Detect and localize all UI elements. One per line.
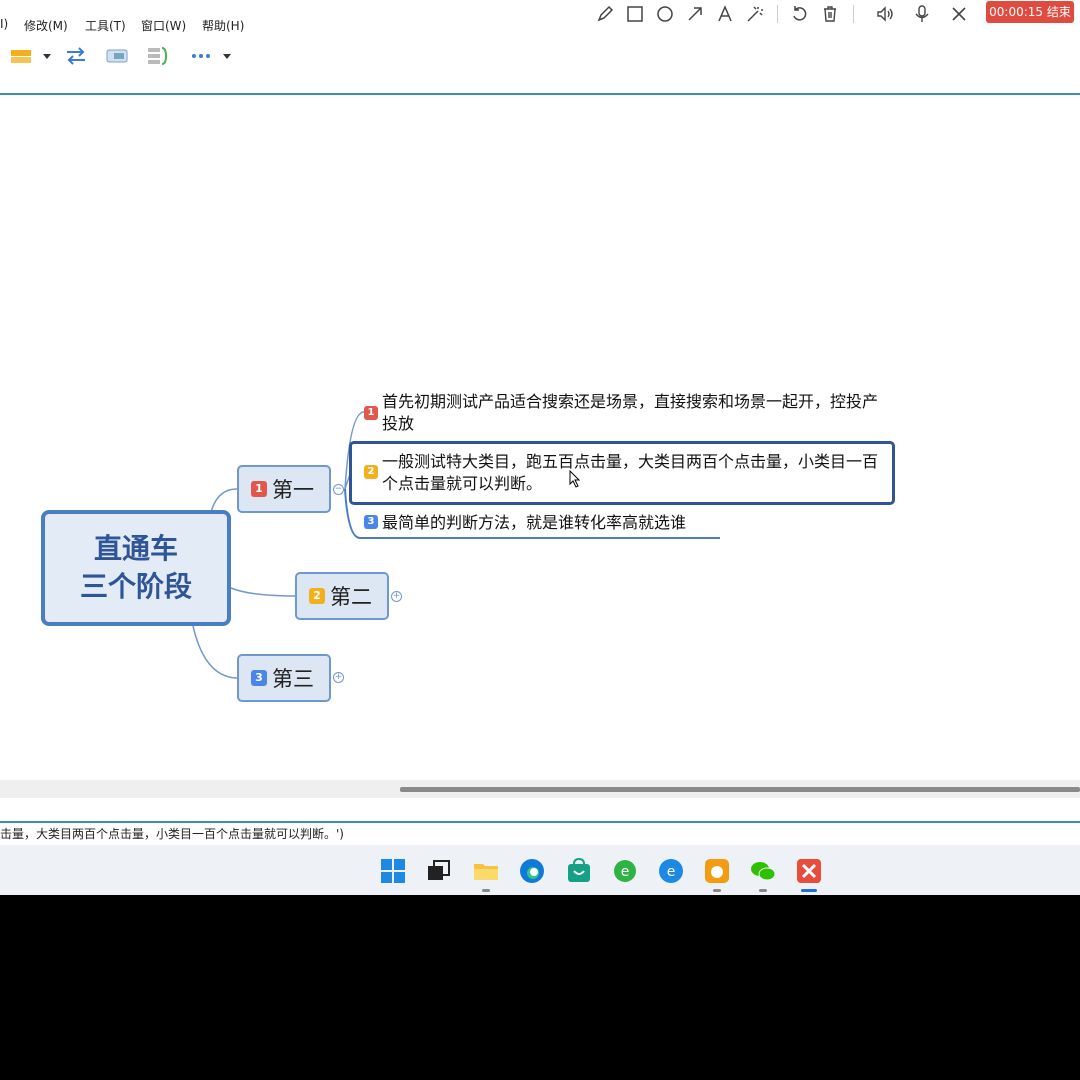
more-icon[interactable] <box>190 44 212 68</box>
menu-item-tools[interactable]: 工具(T) <box>85 17 126 34</box>
mindmap-canvas[interactable] <box>0 95 1080 780</box>
subtopic-2[interactable]: 2 一般测试特大类目，跑五百点击量，大类目两百个点击量，小类目一百个点击量就可以… <box>364 451 882 495</box>
menu-item-window[interactable]: 窗口(W) <box>141 17 186 34</box>
subtopic-text: 一般测试特大类目，跑五百点击量，大类目两百个点击量，小类目一百个点击量就可以判断… <box>382 452 879 493</box>
magic-wand-icon[interactable] <box>745 4 765 24</box>
subtopic-1[interactable]: 1 首先初期测试产品适合搜索还是场景，直接搜索和场景一起开，控投产投放 <box>364 391 882 435</box>
divider <box>853 5 854 23</box>
store-icon[interactable] <box>565 857 593 885</box>
edge-icon[interactable] <box>518 857 546 885</box>
file-explorer-icon[interactable] <box>472 857 500 885</box>
central-topic[interactable]: 直通车 三个阶段 <box>41 510 231 626</box>
ie-icon[interactable]: e <box>611 857 639 885</box>
layout-icon[interactable] <box>10 44 32 68</box>
circle-icon[interactable] <box>655 4 675 24</box>
running-indicator <box>713 889 721 892</box>
priority-2-badge: 2 <box>364 465 378 479</box>
edge-legacy-icon[interactable]: e <box>657 857 685 885</box>
running-indicator <box>759 889 767 892</box>
wechat-icon[interactable] <box>749 857 777 885</box>
mouse-cursor-icon <box>569 470 581 488</box>
topic-label: 第三 <box>272 667 314 691</box>
microphone-icon[interactable] <box>912 4 932 24</box>
text-icon[interactable] <box>715 4 735 24</box>
task-view-icon[interactable] <box>425 857 453 885</box>
summary-icon[interactable] <box>105 44 129 68</box>
running-indicator <box>482 889 490 892</box>
priority-2-badge: 2 <box>309 588 325 604</box>
topic-stage-3[interactable]: 3 第三 <box>237 654 331 702</box>
trash-icon[interactable] <box>820 4 840 24</box>
svg-text:e: e <box>621 864 630 880</box>
chevron-down-icon[interactable] <box>40 44 54 68</box>
pencil-icon[interactable] <box>595 4 615 24</box>
active-indicator <box>801 889 817 892</box>
recording-timer[interactable]: 00:00:15 结束 <box>986 1 1074 23</box>
priority-1-badge: 1 <box>251 481 267 497</box>
uc-browser-icon[interactable] <box>703 857 731 885</box>
collapse-icon[interactable]: − <box>333 484 344 495</box>
expand-icon[interactable]: + <box>333 672 344 683</box>
xmind-icon[interactable] <box>795 857 823 885</box>
priority-3-badge: 3 <box>251 670 267 686</box>
chevron-down-icon[interactable] <box>220 44 234 68</box>
windows-taskbar: e e <box>0 845 1080 895</box>
topic-stage-2[interactable]: 2 第二 <box>295 572 389 620</box>
divider <box>777 5 778 23</box>
subtopic-text: 最简单的判断方法，就是谁转化率高就选谁 <box>382 513 687 532</box>
menu-item-modify[interactable]: 修改(M) <box>24 17 68 34</box>
status-bar-text: 击量，大类目两百个点击量，小类目一百个点击量就可以判断。') <box>0 823 1080 845</box>
topic-label: 第二 <box>330 585 372 609</box>
priority-3-badge: 3 <box>364 515 378 529</box>
arrow-icon[interactable] <box>685 4 705 24</box>
speaker-icon[interactable] <box>875 4 895 24</box>
topic-label: 第一 <box>272 478 314 502</box>
menu-item-help[interactable]: 帮助(H) <box>202 17 244 34</box>
menu-item-partial[interactable]: I) <box>0 17 8 31</box>
priority-1-badge: 1 <box>364 406 378 420</box>
subtopic-text: 首先初期测试产品适合搜索还是场景，直接搜索和场景一起开，控投产投放 <box>382 392 879 433</box>
undo-icon[interactable] <box>790 4 810 24</box>
close-icon[interactable] <box>949 4 969 24</box>
app-toolbar <box>0 36 1080 76</box>
menu-bar: I) 修改(M) 工具(T) 窗口(W) 帮助(H) <box>0 14 585 34</box>
central-topic-line1: 直通车 <box>93 532 178 565</box>
subtopic-3[interactable]: 3 最简单的判断方法，就是谁转化率高就选谁 <box>364 512 722 534</box>
expand-icon[interactable]: + <box>391 591 402 602</box>
windows-start-icon[interactable] <box>379 857 407 885</box>
relationship-icon[interactable] <box>64 44 88 68</box>
rectangle-icon[interactable] <box>625 4 645 24</box>
svg-text:e: e <box>667 864 676 880</box>
central-topic-line2: 三个阶段 <box>79 570 192 603</box>
screen: I) 修改(M) 工具(T) 窗口(W) 帮助(H) 00:00:15 结束 直… <box>0 0 1080 895</box>
boundary-icon[interactable] <box>146 44 170 68</box>
scrollbar-thumb[interactable] <box>400 787 1080 792</box>
topic-stage-1[interactable]: 1 第一 <box>237 465 331 513</box>
